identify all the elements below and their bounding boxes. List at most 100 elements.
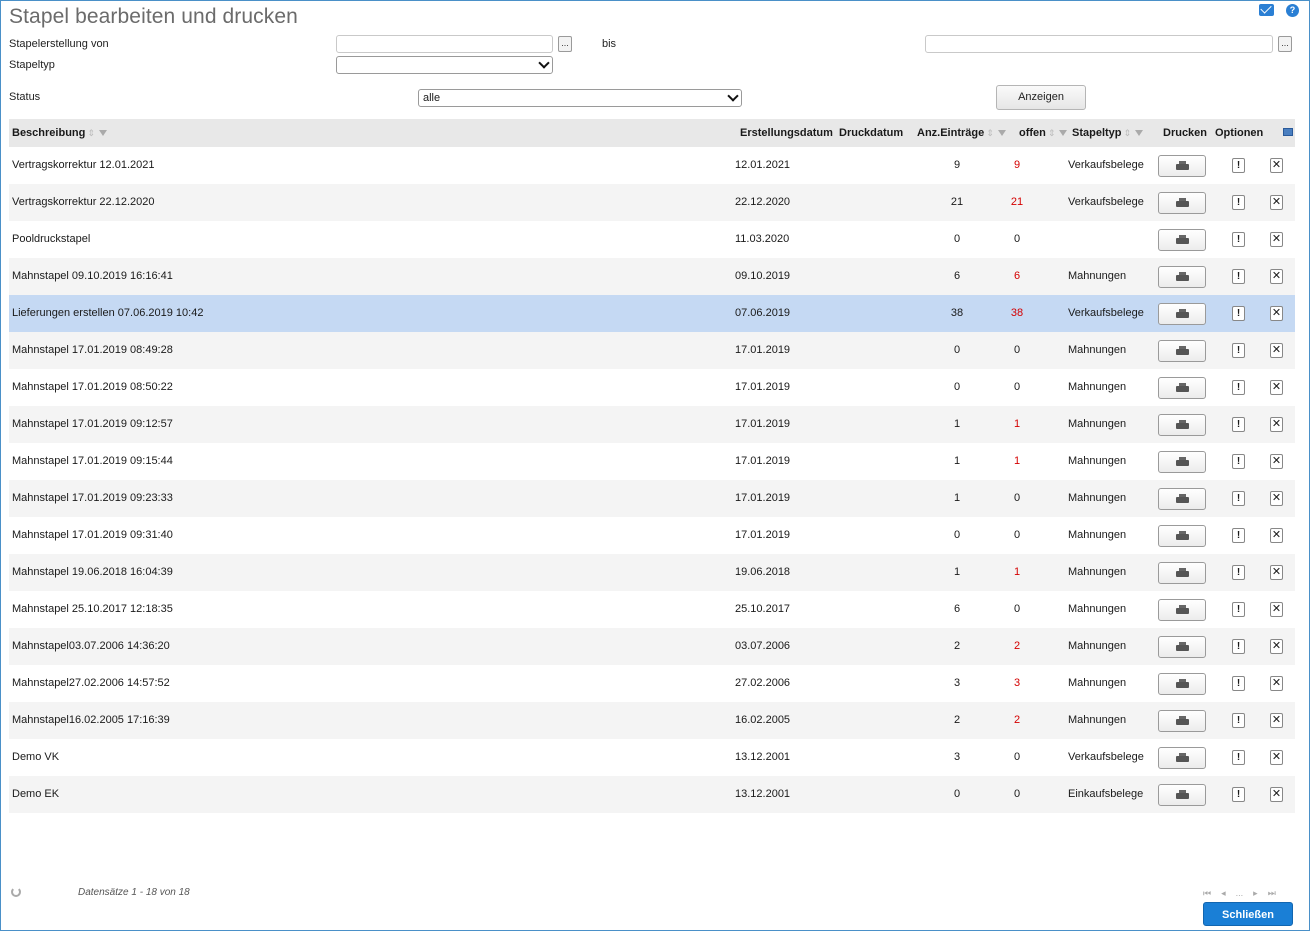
col-beschreibung[interactable]: Beschreibung ⇕ — [12, 119, 107, 147]
options-icon[interactable]: ! — [1232, 380, 1245, 395]
delete-icon[interactable]: ✕ — [1270, 417, 1283, 432]
delete-icon[interactable]: ✕ — [1270, 454, 1283, 469]
sort-icon[interactable]: ⇕ — [986, 128, 994, 138]
delete-icon[interactable]: ✕ — [1270, 380, 1283, 395]
type-select[interactable] — [336, 56, 553, 74]
table-row[interactable]: Mahnstapel 19.06.2018 16:04:39 19.06.2018… — [9, 554, 1295, 591]
print-button[interactable] — [1158, 451, 1206, 473]
options-icon[interactable]: ! — [1232, 565, 1245, 580]
print-button[interactable] — [1158, 525, 1206, 547]
options-icon[interactable]: ! — [1232, 306, 1245, 321]
table-row[interactable]: Mahnstapel16.02.2005 17:16:39 16.02.2005 2… — [9, 702, 1295, 739]
options-icon[interactable]: ! — [1232, 750, 1245, 765]
table-row[interactable]: Mahnstapel03.07.2006 14:36:20 03.07.2006 2… — [9, 628, 1295, 665]
col-druckdatum[interactable]: Druckdatum — [839, 119, 903, 147]
print-button[interactable] — [1158, 192, 1206, 214]
options-icon[interactable]: ! — [1232, 639, 1245, 654]
options-icon[interactable]: ! — [1232, 195, 1245, 210]
col-erstellungsdatum[interactable]: Erstellungsdatum — [740, 119, 833, 147]
created-from-input[interactable] — [336, 35, 553, 53]
table-row[interactable]: Pooldruckstapel 11.03.2020 0 0! ✕ — [9, 221, 1295, 258]
delete-icon[interactable]: ✕ — [1270, 269, 1283, 284]
options-icon[interactable]: ! — [1232, 602, 1245, 617]
table-row[interactable]: Lieferungen erstellen 07.06.2019 10:42 07… — [9, 295, 1295, 332]
print-button[interactable] — [1158, 155, 1206, 177]
table-row[interactable]: Vertragskorrektur 12.01.2021 12.01.2021 9 9… — [9, 147, 1295, 184]
pager-last-icon[interactable]: ⏭ — [1268, 888, 1276, 899]
created-to-picker-button[interactable]: ... — [1278, 36, 1292, 52]
table-row[interactable]: Vertragskorrektur 22.12.2020 22.12.2020 21… — [9, 184, 1295, 221]
sort-icon[interactable]: ⇕ — [87, 128, 95, 138]
options-icon[interactable]: ! — [1232, 454, 1245, 469]
options-icon[interactable]: ! — [1232, 787, 1245, 802]
print-button[interactable] — [1158, 340, 1206, 362]
table-row[interactable]: Mahnstapel 25.10.2017 12:18:35 25.10.2017… — [9, 591, 1295, 628]
filter-icon[interactable] — [1059, 130, 1068, 137]
column-chooser-icon[interactable] — [1283, 128, 1293, 136]
delete-icon[interactable]: ✕ — [1270, 787, 1283, 802]
pager-prev-icon[interactable]: ◂ — [1221, 888, 1226, 899]
print-button[interactable] — [1158, 562, 1206, 584]
delete-icon[interactable]: ✕ — [1270, 306, 1283, 321]
print-button[interactable] — [1158, 266, 1206, 288]
delete-icon[interactable]: ✕ — [1270, 232, 1283, 247]
help-icon[interactable]: ? — [1286, 4, 1299, 17]
sort-icon[interactable]: ⇕ — [1048, 128, 1056, 138]
print-button[interactable] — [1158, 599, 1206, 621]
sort-icon[interactable]: ⇕ — [1124, 128, 1132, 138]
print-button[interactable] — [1158, 636, 1206, 658]
table-row[interactable]: Mahnstapel27.02.2006 14:57:52 27.02.2006 3… — [9, 665, 1295, 702]
filter-icon[interactable] — [997, 130, 1006, 137]
print-button[interactable] — [1158, 303, 1206, 325]
delete-icon[interactable]: ✕ — [1270, 528, 1283, 543]
show-button[interactable]: Anzeigen — [996, 85, 1086, 110]
pager-next-icon[interactable]: ▸ — [1253, 888, 1258, 899]
table-row[interactable]: Mahnstapel 17.01.2019 08:50:22 17.01.2019… — [9, 369, 1295, 406]
options-icon[interactable]: ! — [1232, 232, 1245, 247]
options-icon[interactable]: ! — [1232, 158, 1245, 173]
pager-first-icon[interactable]: ⏮ — [1203, 888, 1211, 899]
options-icon[interactable]: ! — [1232, 528, 1245, 543]
delete-icon[interactable]: ✕ — [1270, 713, 1283, 728]
created-from-picker-button[interactable]: ... — [558, 36, 572, 52]
delete-icon[interactable]: ✕ — [1270, 602, 1283, 617]
close-button[interactable]: Schließen — [1203, 902, 1293, 926]
delete-icon[interactable]: ✕ — [1270, 639, 1283, 654]
print-button[interactable] — [1158, 673, 1206, 695]
options-icon[interactable]: ! — [1232, 676, 1245, 691]
print-button[interactable] — [1158, 784, 1206, 806]
col-anz-eintraege[interactable]: Anz.Einträge ⇕ — [917, 119, 1006, 147]
table-row[interactable]: Mahnstapel 09.10.2019 16:16:41 09.10.2019… — [9, 258, 1295, 295]
filter-icon[interactable] — [98, 130, 107, 137]
delete-icon[interactable]: ✕ — [1270, 195, 1283, 210]
table-row[interactable]: Mahnstapel 17.01.2019 09:12:57 17.01.2019… — [9, 406, 1295, 443]
refresh-icon[interactable] — [11, 887, 21, 897]
print-button[interactable] — [1158, 414, 1206, 436]
filter-icon[interactable] — [1135, 130, 1144, 137]
delete-icon[interactable]: ✕ — [1270, 676, 1283, 691]
table-row[interactable]: Mahnstapel 17.01.2019 09:15:44 17.01.2019… — [9, 443, 1295, 480]
options-icon[interactable]: ! — [1232, 491, 1245, 506]
options-icon[interactable]: ! — [1232, 713, 1245, 728]
print-button[interactable] — [1158, 229, 1206, 251]
table-row[interactable]: Mahnstapel 17.01.2019 09:31:40 17.01.2019… — [9, 517, 1295, 554]
delete-icon[interactable]: ✕ — [1270, 491, 1283, 506]
col-offen[interactable]: offen ⇕ — [1019, 119, 1068, 147]
table-row[interactable]: Demo VK 13.12.2001 3 0 Verkaufsbelege! ✕ — [9, 739, 1295, 776]
status-select[interactable]: alle — [418, 89, 742, 107]
delete-icon[interactable]: ✕ — [1270, 343, 1283, 358]
print-button[interactable] — [1158, 710, 1206, 732]
delete-icon[interactable]: ✕ — [1270, 750, 1283, 765]
print-button[interactable] — [1158, 488, 1206, 510]
delete-icon[interactable]: ✕ — [1270, 158, 1283, 173]
print-button[interactable] — [1158, 747, 1206, 769]
delete-icon[interactable]: ✕ — [1270, 565, 1283, 580]
table-row[interactable]: Mahnstapel 17.01.2019 08:49:28 17.01.2019… — [9, 332, 1295, 369]
options-icon[interactable]: ! — [1232, 343, 1245, 358]
table-row[interactable]: Mahnstapel 17.01.2019 09:23:33 17.01.2019… — [9, 480, 1295, 517]
mail-icon[interactable] — [1259, 4, 1274, 16]
print-button[interactable] — [1158, 377, 1206, 399]
col-stapeltyp[interactable]: Stapeltyp ⇕ — [1072, 119, 1144, 147]
created-to-input[interactable] — [925, 35, 1273, 53]
options-icon[interactable]: ! — [1232, 269, 1245, 284]
